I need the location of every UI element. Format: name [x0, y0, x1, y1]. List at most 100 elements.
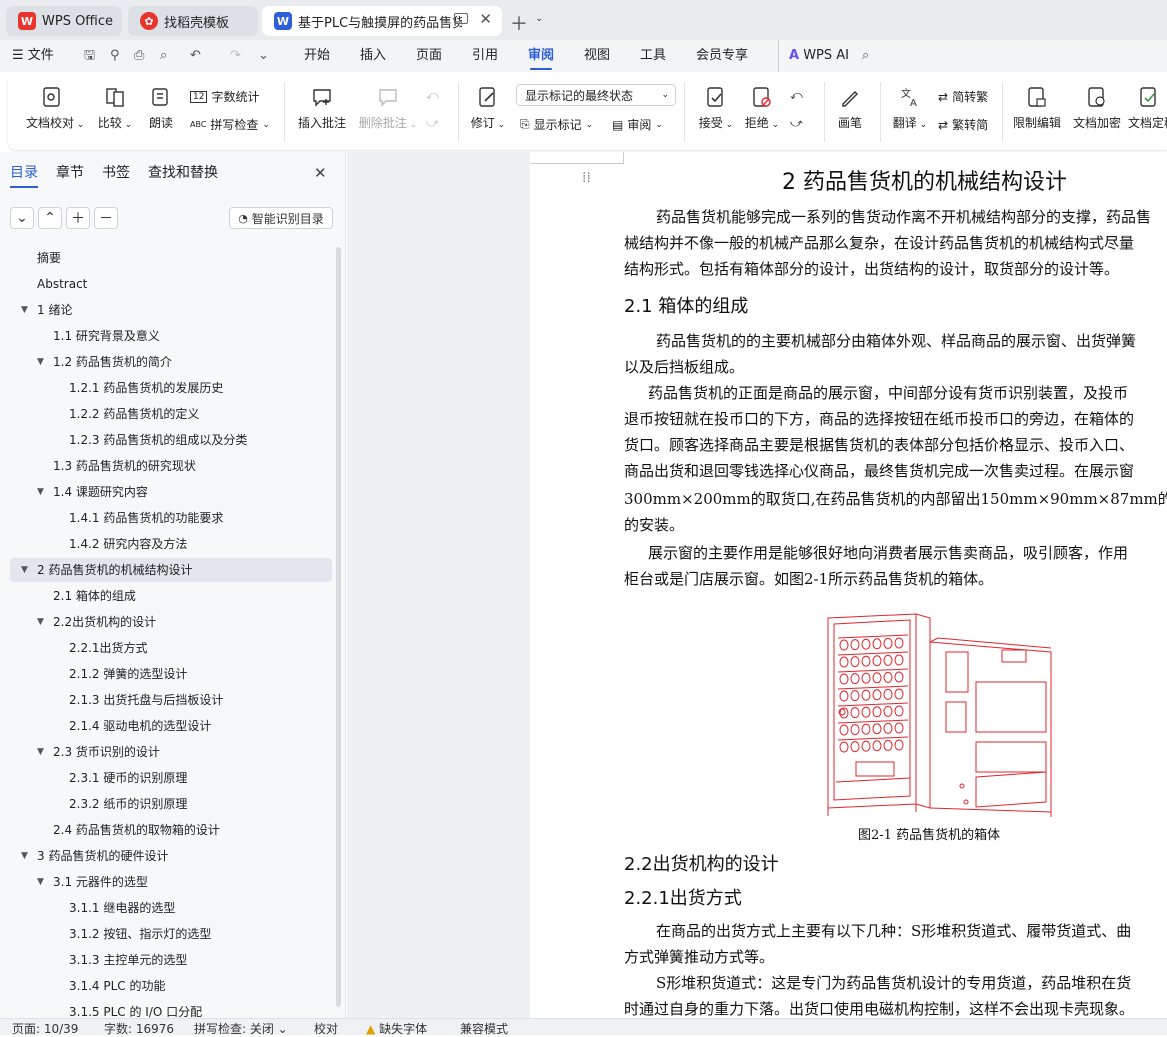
toc-item[interactable]: 3.1.4 PLC 的功能 — [10, 974, 332, 998]
markup-state-select[interactable]: 显示标记的最终状态 ⌄ — [516, 84, 676, 106]
quick-access-dropdown-icon[interactable]: ⌄ — [258, 40, 269, 72]
expand-arrow-icon[interactable]: ▼ — [21, 558, 28, 582]
tab-find-replace[interactable]: 查找和替换 — [148, 162, 218, 182]
share-icon[interactable]: ⚲ — [110, 40, 120, 72]
toc-item[interactable]: 2.2.1出货方式 — [10, 636, 332, 660]
expand-all-button[interactable]: ⌃ — [38, 207, 62, 229]
chevron-down-icon[interactable]: ⌄ — [535, 13, 543, 24]
insert-comment-button[interactable]: 插入批注 — [296, 86, 348, 131]
expand-arrow-icon[interactable]: ▼ — [37, 870, 44, 894]
review-pane-button[interactable]: ▤ 审阅 ⌄ — [612, 116, 663, 133]
toc-item[interactable]: ▼ 3.1 元器件的选型 — [10, 870, 332, 894]
toc-item[interactable]: ▼ 1.4 课题研究内容 — [10, 480, 332, 504]
toc-item[interactable]: 1.4.1 药品售货机的功能要求 — [10, 506, 332, 530]
read-aloud-button[interactable]: 朗读 — [146, 86, 176, 131]
spell-check-status[interactable]: 拼写检查: 关闭 ⌄ — [194, 1020, 288, 1037]
toc-item[interactable]: Abstract — [10, 272, 332, 296]
menu-review[interactable]: 审阅 — [528, 40, 554, 72]
toc-item[interactable]: 1.4.2 研究内容及方法 — [10, 532, 332, 556]
toc-item[interactable]: 2.3.2 纸币的识别原理 — [10, 792, 332, 816]
redo-icon[interactable]: ↷ — [230, 40, 241, 72]
translate-button[interactable]: 文A 翻译 ⌄ — [888, 86, 932, 131]
expand-arrow-icon[interactable]: ▼ — [37, 350, 44, 374]
restrict-edit-button[interactable]: 限制编辑 — [1010, 86, 1064, 131]
undo-icon[interactable]: ↶ — [190, 40, 201, 72]
revise-button[interactable]: 修订 ⌄ — [466, 86, 510, 131]
expand-arrow-icon[interactable]: ▼ — [37, 740, 44, 764]
toc-item[interactable]: 2.1.3 出货托盘与后挡板设计 — [10, 688, 332, 712]
toc-item[interactable]: 3.1.3 主控单元的选型 — [10, 948, 332, 972]
tab-sections[interactable]: 章节 — [56, 162, 84, 182]
pen-button[interactable]: 画笔 — [834, 86, 866, 131]
doc-proof-button[interactable]: 文档校对 ⌄ — [26, 86, 84, 131]
finalize-button[interactable]: 文档定稿 — [1128, 86, 1167, 131]
expand-arrow-icon[interactable]: ▼ — [21, 844, 28, 868]
menu-home[interactable]: 开始 — [304, 40, 330, 72]
vending-machine-figure[interactable] — [826, 612, 1056, 822]
compare-button[interactable]: 比较 ⌄ — [96, 86, 134, 131]
menu-insert[interactable]: 插入 — [360, 40, 386, 72]
toc-item[interactable]: 2.1 箱体的组成 — [10, 584, 332, 608]
tab-toc[interactable]: 目录 — [10, 162, 38, 188]
toc-item[interactable]: ▼ 2.2出货机构的设计 — [10, 610, 332, 634]
save-icon[interactable]: 🖫 — [84, 40, 95, 72]
next-change-icon[interactable]: ⤻ — [790, 116, 803, 131]
toc-item[interactable]: 1.2.2 药品售货机的定义 — [10, 402, 332, 426]
next-comment-icon[interactable]: ⤻ — [426, 116, 439, 131]
toc-item[interactable]: 2.1.2 弹簧的选型设计 — [10, 662, 332, 686]
file-menu[interactable]: ☰ 文件 — [12, 40, 54, 72]
toc-item[interactable]: 1.2.1 药品售货机的发展历史 — [10, 376, 332, 400]
page-indicator[interactable]: 页面: 10/39 — [12, 1020, 78, 1037]
toc-item[interactable]: 摘要 — [10, 246, 332, 270]
toc-item[interactable]: ▼ 2.3 货币识别的设计 — [10, 740, 332, 764]
monitor-icon[interactable] — [454, 13, 468, 24]
wps-ai-button[interactable]: A WPS AI — [778, 40, 849, 72]
toc-item[interactable]: 1.1 研究背景及意义 — [10, 324, 332, 348]
encrypt-button[interactable]: 文档加密 — [1070, 86, 1124, 131]
spell-check-button[interactable]: ABC 拼写检查 ⌄ — [190, 116, 270, 133]
add-heading-button[interactable]: ＋ — [66, 207, 90, 229]
toc-item[interactable]: 1.3 药品售货机的研究现状 — [10, 454, 332, 478]
delete-comment-button[interactable]: 删除批注 ⌄ — [358, 86, 418, 131]
show-markup-button[interactable]: ⎘ 显示标记 ⌄ — [520, 116, 593, 133]
toc-scrollbar[interactable] — [336, 247, 341, 1007]
print-preview-icon[interactable]: ⌕ — [160, 40, 167, 72]
accept-button[interactable]: 接受 ⌄ — [694, 86, 738, 131]
new-tab-icon[interactable]: ＋ — [510, 10, 528, 36]
previous-comment-icon[interactable]: ⤺ — [426, 88, 439, 103]
close-panel-icon[interactable]: ✕ — [314, 164, 327, 182]
menu-member[interactable]: 会员专享 — [696, 40, 748, 72]
tab-wps-office[interactable]: W WPS Office — [6, 6, 122, 36]
menu-tools[interactable]: 工具 — [640, 40, 666, 72]
previous-change-icon[interactable]: ⤺ — [790, 88, 803, 103]
toc-item[interactable]: 1.2.3 药品售货机的组成以及分类 — [10, 428, 332, 452]
toc-item[interactable]: 3.1.1 继电器的选型 — [10, 896, 332, 920]
traditional-to-simplified-button[interactable]: ⇄ 繁转简 — [938, 116, 988, 133]
simplified-to-traditional-button[interactable]: ⇄ 简转繁 — [938, 88, 988, 105]
collapse-all-button[interactable]: ⌄ — [10, 207, 34, 229]
proof-status[interactable]: 校对 — [314, 1020, 338, 1037]
missing-font-status[interactable]: ▲ 缺失字体 — [366, 1020, 427, 1037]
toc-item[interactable]: 2.1.4 驱动电机的选型设计 — [10, 714, 332, 738]
menu-view[interactable]: 视图 — [584, 40, 610, 72]
toc-item[interactable]: ▼ 3 药品售货机的硬件设计 — [10, 844, 332, 868]
toc-item[interactable]: 3.1.2 按钮、指示灯的选型 — [10, 922, 332, 946]
toc-item[interactable]: 2.3.1 硬币的识别原理 — [10, 766, 332, 790]
word-count-button[interactable]: 12 字数统计 — [190, 88, 259, 105]
word-count-status[interactable]: 字数: 16976 — [104, 1020, 174, 1037]
drag-handle-icon[interactable]: ⁞⁞ — [582, 170, 591, 186]
tab-bookmarks[interactable]: 书签 — [102, 162, 130, 182]
menu-reference[interactable]: 引用 — [472, 40, 498, 72]
toc-item[interactable]: ▼ 1.2 药品售货机的简介 — [10, 350, 332, 374]
expand-arrow-icon[interactable]: ▼ — [37, 480, 44, 504]
expand-arrow-icon[interactable]: ▼ — [21, 298, 28, 322]
reject-button[interactable]: 拒绝 ⌄ — [740, 86, 784, 131]
print-icon[interactable]: ⎙ — [134, 40, 144, 72]
smart-toc-button[interactable]: ◔ 智能识别目录 — [229, 207, 333, 229]
toc-item[interactable]: 2.4 药品售货机的取物箱的设计 — [10, 818, 332, 842]
search-icon[interactable]: ⌕ — [862, 40, 869, 72]
expand-arrow-icon[interactable]: ▼ — [37, 610, 44, 634]
toc-item[interactable]: ▼ 1 绪论 — [10, 298, 332, 322]
menu-page[interactable]: 页面 — [416, 40, 442, 72]
remove-heading-button[interactable]: － — [94, 207, 118, 229]
